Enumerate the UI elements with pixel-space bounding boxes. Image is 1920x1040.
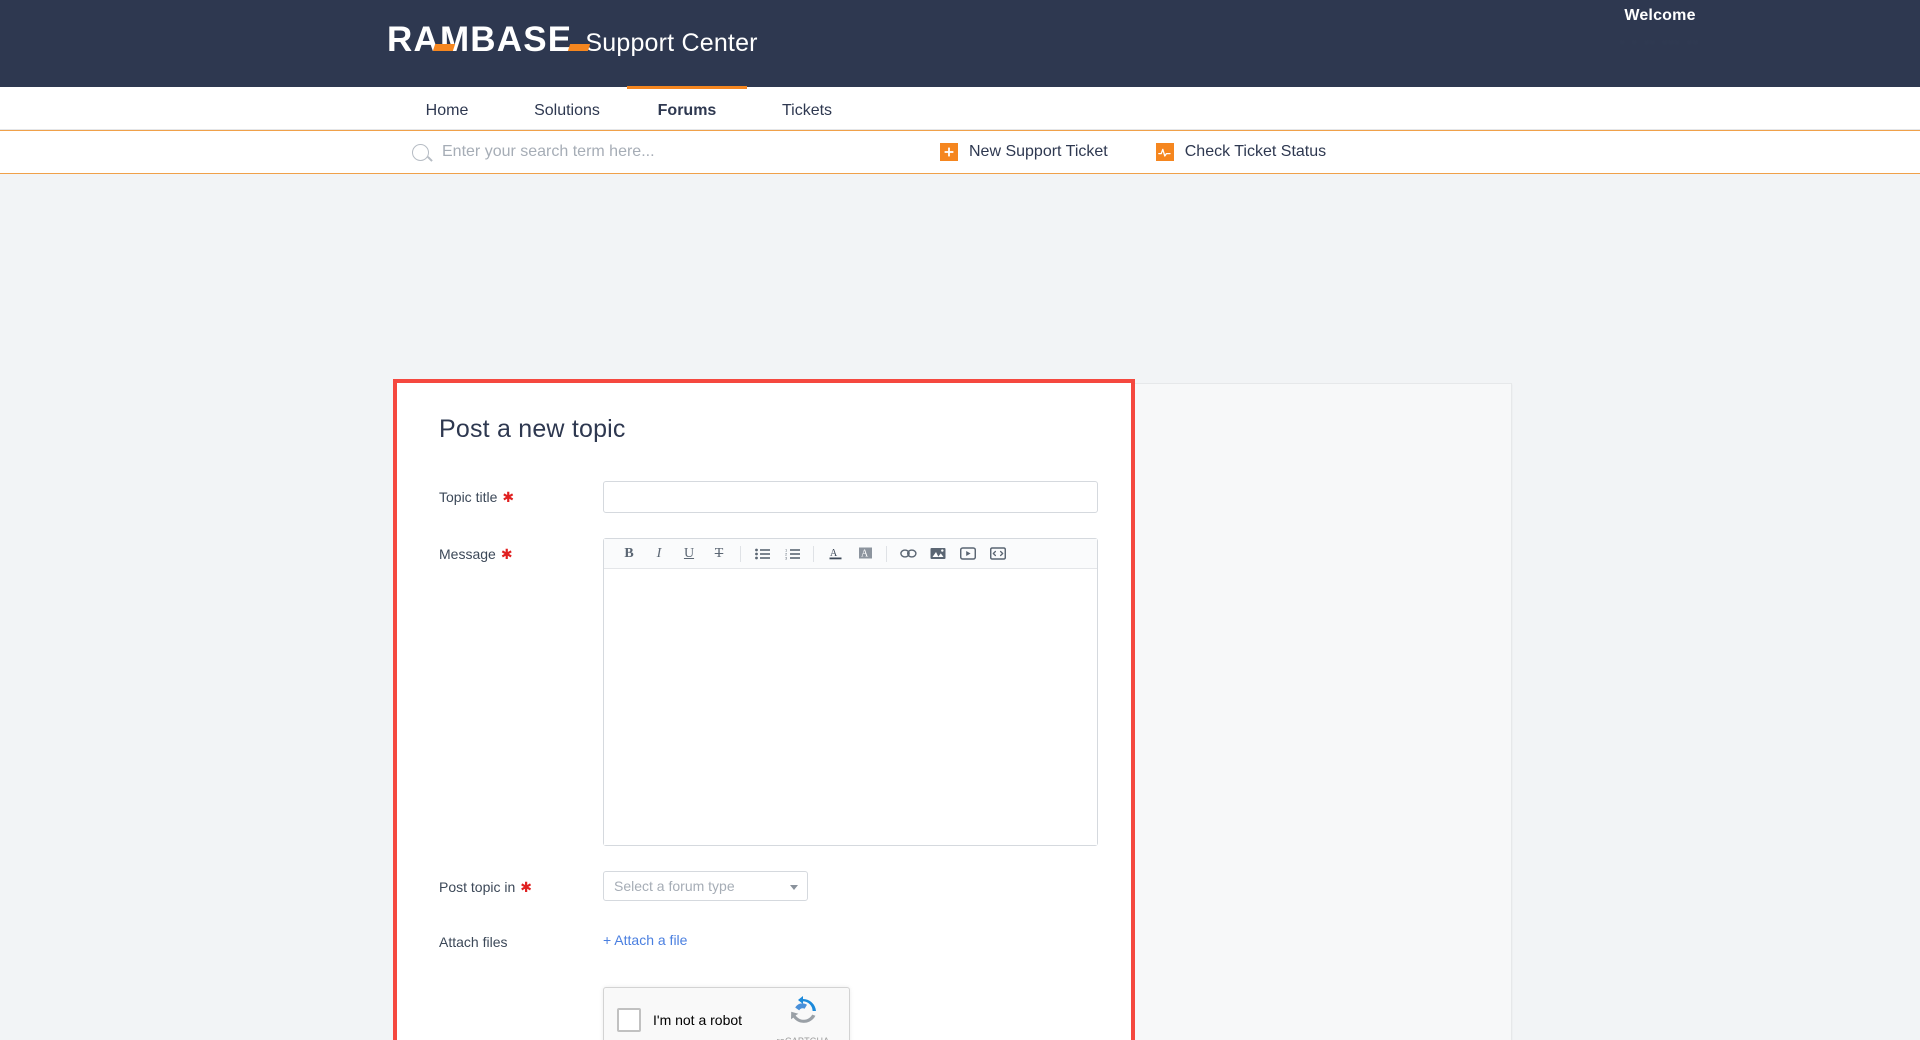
required-marker: ✱ xyxy=(501,546,513,562)
brand-wordmark: RAMBASE xyxy=(387,22,572,57)
main-navigation: Home Solutions Forums Tickets xyxy=(0,87,1920,130)
attach-a-file-link[interactable]: + Attach a file xyxy=(603,926,687,948)
field-row-topic-title: Topic title ✱ xyxy=(439,481,1090,513)
new-support-ticket-button[interactable]: New Support Ticket xyxy=(940,143,1108,161)
search-icon xyxy=(412,144,429,161)
svg-text:A: A xyxy=(830,548,838,559)
check-ticket-status-label: Check Ticket Status xyxy=(1185,143,1326,161)
message-label: Message ✱ xyxy=(439,538,603,846)
highlight-color-icon[interactable]: A xyxy=(850,542,880,566)
required-marker: ✱ xyxy=(520,879,532,895)
message-editor: B I U T 123 xyxy=(603,538,1098,846)
underline-icon[interactable]: U xyxy=(674,542,704,566)
recaptcha-checkbox[interactable] xyxy=(617,1008,641,1032)
page-content: Post a new topic Topic title ✱ Message ✱ xyxy=(0,174,1920,1040)
page-title: Post a new topic xyxy=(439,415,1090,444)
search-bar: New Support Ticket Check Ticket Status xyxy=(0,130,1920,174)
recaptcha-branding: reCAPTCHA Privacy - Terms xyxy=(767,996,839,1040)
topic-title-label: Topic title ✱ xyxy=(439,481,603,513)
strikethrough-icon[interactable]: T xyxy=(704,542,734,566)
chevron-down-icon xyxy=(790,885,798,890)
logo-accent-left xyxy=(433,44,455,51)
nav-item-forums[interactable]: Forums xyxy=(627,86,747,129)
welcome-user-meta: · · ·· ··· ·· xyxy=(1400,34,1920,49)
nav-item-solutions[interactable]: Solutions xyxy=(507,86,627,129)
link-icon[interactable] xyxy=(893,542,923,566)
post-topic-in-label-text: Post topic in xyxy=(439,879,515,895)
text-color-icon[interactable]: A xyxy=(820,542,850,566)
field-row-attach-files: Attach files + Attach a file xyxy=(439,926,1090,950)
unordered-list-icon[interactable] xyxy=(747,542,777,566)
post-topic-in-label: Post topic in ✱ xyxy=(439,871,603,901)
italic-icon[interactable]: I xyxy=(644,542,674,566)
video-icon[interactable] xyxy=(953,542,983,566)
site-logo[interactable]: RAMBASE Support Center xyxy=(387,22,758,58)
message-label-text: Message xyxy=(439,546,496,562)
post-topic-in-selected-value: Select a forum type xyxy=(614,878,735,894)
topic-title-label-text: Topic title xyxy=(439,489,497,505)
check-ticket-status-button[interactable]: Check Ticket Status xyxy=(1156,143,1326,161)
ordered-list-icon[interactable]: 123 xyxy=(777,542,807,566)
nav-item-home[interactable]: Home xyxy=(387,86,507,129)
message-editor-body[interactable] xyxy=(604,569,1097,845)
toolbar-separator xyxy=(813,546,814,562)
svg-text:A: A xyxy=(861,549,869,560)
field-row-message: Message ✱ B I U T xyxy=(439,538,1090,846)
post-topic-in-select[interactable]: Select a forum type xyxy=(603,871,808,901)
svg-text:3: 3 xyxy=(785,555,788,559)
ticket-actions: New Support Ticket Check Ticket Status xyxy=(940,143,1326,161)
recaptcha-brand-name: reCAPTCHA xyxy=(777,1036,830,1040)
toolbar-separator xyxy=(886,546,887,562)
welcome-label: Welcome xyxy=(1400,7,1920,25)
welcome-block: Welcome · · ·· ··· ·· xyxy=(1400,0,1920,49)
new-support-ticket-label: New Support Ticket xyxy=(969,143,1108,161)
toolbar-separator xyxy=(740,546,741,562)
editor-toolbar: B I U T 123 xyxy=(604,539,1097,569)
topic-title-input[interactable] xyxy=(603,481,1098,513)
search-input[interactable] xyxy=(440,142,832,162)
code-embed-icon[interactable] xyxy=(983,542,1013,566)
attach-files-label: Attach files xyxy=(439,926,603,950)
bold-icon[interactable]: B xyxy=(614,542,644,566)
post-new-topic-form: Post a new topic Topic title ✱ Message ✱ xyxy=(397,383,1132,1040)
recaptcha-wrap: I'm not a robot reCAPTCHA Privacy - Term… xyxy=(439,987,1090,1040)
recaptcha-logo-icon xyxy=(787,996,819,1026)
recaptcha-widget[interactable]: I'm not a robot reCAPTCHA Privacy - Term… xyxy=(603,987,850,1040)
image-icon[interactable] xyxy=(923,542,953,566)
field-row-post-topic-in: Post topic in ✱ Select a forum type xyxy=(439,871,1090,901)
site-header: RAMBASE Support Center Welcome · · ·· ··… xyxy=(0,0,1920,87)
brand-subtitle: Support Center xyxy=(585,29,757,58)
recaptcha-label: I'm not a robot xyxy=(653,1012,742,1028)
nav-item-tickets[interactable]: Tickets xyxy=(747,86,867,129)
search-group xyxy=(412,142,832,162)
plus-icon xyxy=(940,143,958,161)
sidebar-panel xyxy=(1132,383,1512,1040)
pulse-icon xyxy=(1156,143,1174,161)
required-marker: ✱ xyxy=(502,489,514,505)
nav-items: Home Solutions Forums Tickets xyxy=(387,87,867,130)
